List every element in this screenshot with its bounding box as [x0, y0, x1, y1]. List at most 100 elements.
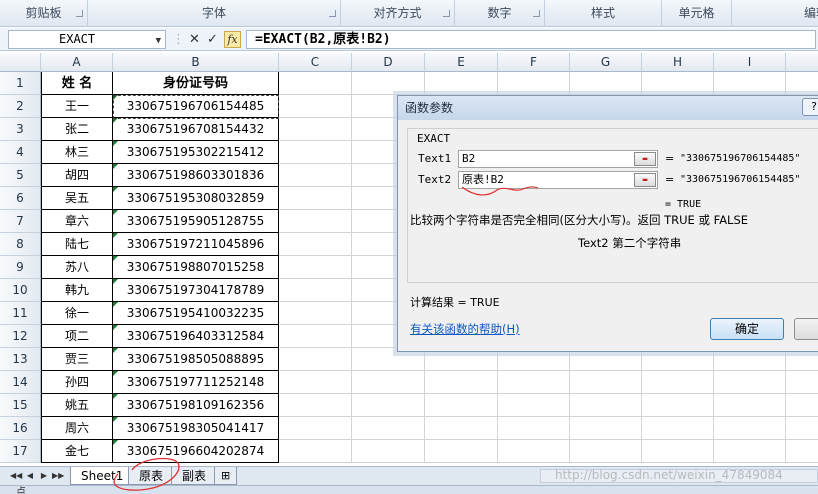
sheet-tab-original[interactable]: 原表 — [128, 467, 175, 485]
row-header[interactable]: 5 — [0, 164, 41, 187]
cell[interactable] — [570, 371, 642, 394]
cell[interactable] — [279, 394, 352, 417]
row-header[interactable]: 15 — [0, 394, 41, 417]
cell[interactable] — [352, 417, 425, 440]
cell[interactable] — [279, 187, 352, 210]
cell[interactable] — [279, 256, 352, 279]
sheet-tab-sheet1[interactable]: Sheet1 — [70, 467, 135, 485]
cell[interactable] — [786, 440, 818, 463]
row-header[interactable]: 6 — [0, 187, 41, 210]
cell-name[interactable]: 陆七 — [41, 233, 113, 256]
cell[interactable] — [279, 371, 352, 394]
cell[interactable] — [279, 440, 352, 463]
cell-id[interactable]: 330675196604202874 — [113, 440, 279, 463]
cell[interactable] — [498, 394, 570, 417]
select-all-corner[interactable] — [0, 53, 41, 72]
cell-id[interactable]: 330675197304178789 — [113, 279, 279, 302]
column-header[interactable]: B — [113, 53, 279, 72]
cell-name[interactable]: 徐一 — [41, 302, 113, 325]
cell[interactable] — [352, 371, 425, 394]
dialog-help-button[interactable]: ? — [802, 98, 818, 116]
cell-id[interactable]: 330675196706154485 — [113, 95, 279, 118]
ribbon-group-clipboard[interactable]: 剪贴板 — [0, 0, 88, 27]
column-header[interactable]: C — [279, 53, 352, 72]
arg-input-text2[interactable]: 原表!B2 ▬ — [458, 171, 658, 189]
dialog-launcher-icon[interactable] — [443, 10, 450, 17]
cell[interactable] — [714, 72, 786, 95]
row-header[interactable]: 3 — [0, 118, 41, 141]
cell[interactable] — [570, 440, 642, 463]
row-header[interactable]: 2 — [0, 95, 41, 118]
cell[interactable] — [570, 417, 642, 440]
cell[interactable] — [714, 394, 786, 417]
cell[interactable] — [425, 72, 498, 95]
cell-id[interactable]: 330675198603301836 — [113, 164, 279, 187]
cell-name[interactable]: 王一 — [41, 95, 113, 118]
cell[interactable] — [714, 417, 786, 440]
cell[interactable] — [570, 394, 642, 417]
row-header[interactable]: 9 — [0, 256, 41, 279]
row-header[interactable]: 10 — [0, 279, 41, 302]
insert-function-icon[interactable]: fx — [224, 31, 241, 48]
cell[interactable] — [279, 233, 352, 256]
cell[interactable] — [642, 440, 714, 463]
cell[interactable] — [642, 417, 714, 440]
cancel-button[interactable] — [794, 318, 818, 340]
cell-id[interactable]: 330675197211045896 — [113, 233, 279, 256]
cell[interactable] — [279, 118, 352, 141]
cell-id[interactable]: 330675195308032859 — [113, 187, 279, 210]
column-header[interactable]: A — [41, 53, 113, 72]
cell[interactable] — [498, 440, 570, 463]
cell-id[interactable]: 330675196403312584 — [113, 325, 279, 348]
cell-name[interactable]: 苏八 — [41, 256, 113, 279]
cell[interactable] — [279, 72, 352, 95]
cell[interactable] — [642, 394, 714, 417]
cell-id[interactable]: 330675195905128755 — [113, 210, 279, 233]
ribbon-group-styles[interactable]: 样式 — [545, 0, 662, 27]
cell-name[interactable]: 胡四 — [41, 164, 113, 187]
row-header[interactable]: 8 — [0, 233, 41, 256]
cell-id[interactable]: 330675198505088895 — [113, 348, 279, 371]
cell[interactable] — [642, 72, 714, 95]
cell[interactable] — [425, 417, 498, 440]
ok-button[interactable]: 确定 — [710, 318, 784, 340]
enter-icon[interactable]: ✓ — [204, 31, 221, 48]
prev-sheet-icon[interactable]: ◀ — [24, 469, 36, 483]
cell-name[interactable]: 项二 — [41, 325, 113, 348]
cell-name[interactable]: 张二 — [41, 118, 113, 141]
column-header[interactable]: H — [642, 53, 714, 72]
cell[interactable] — [714, 371, 786, 394]
cell[interactable] — [714, 440, 786, 463]
last-sheet-icon[interactable]: ▶▶ — [52, 469, 64, 483]
cell[interactable] — [352, 72, 425, 95]
cell[interactable] — [425, 394, 498, 417]
ribbon-group-editing[interactable]: 编辑 — [732, 0, 818, 27]
row-header[interactable]: 17 — [0, 440, 41, 463]
collapse-dialog-icon[interactable]: ▬ — [634, 152, 656, 166]
cell-name[interactable]: 贾三 — [41, 348, 113, 371]
column-header[interactable]: D — [352, 53, 425, 72]
function-help-link[interactable]: 有关该函数的帮助(H) — [410, 321, 520, 337]
column-header[interactable]: I — [714, 53, 786, 72]
cell[interactable] — [279, 302, 352, 325]
cell[interactable] — [570, 72, 642, 95]
name-box[interactable]: EXACT ▼ — [8, 30, 166, 49]
cell[interactable] — [352, 440, 425, 463]
dialog-launcher-icon[interactable] — [329, 10, 336, 17]
column-header[interactable]: E — [425, 53, 498, 72]
cell-name[interactable]: 章六 — [41, 210, 113, 233]
cell[interactable] — [279, 210, 352, 233]
chevron-down-icon[interactable]: ▼ — [156, 33, 161, 50]
column-header[interactable]: J — [786, 53, 818, 72]
cell-name[interactable]: 金七 — [41, 440, 113, 463]
cell-id[interactable]: 330675196708154432 — [113, 118, 279, 141]
cell[interactable] — [498, 72, 570, 95]
cell-name[interactable]: 韩九 — [41, 279, 113, 302]
cell-id[interactable]: 330675195302215412 — [113, 141, 279, 164]
row-header[interactable]: 7 — [0, 210, 41, 233]
cell-id[interactable]: 330675198109162356 — [113, 394, 279, 417]
cell[interactable] — [279, 279, 352, 302]
cell[interactable] — [786, 72, 818, 95]
cell[interactable] — [786, 371, 818, 394]
sheet-tab-copy[interactable]: 副表 — [171, 467, 218, 485]
